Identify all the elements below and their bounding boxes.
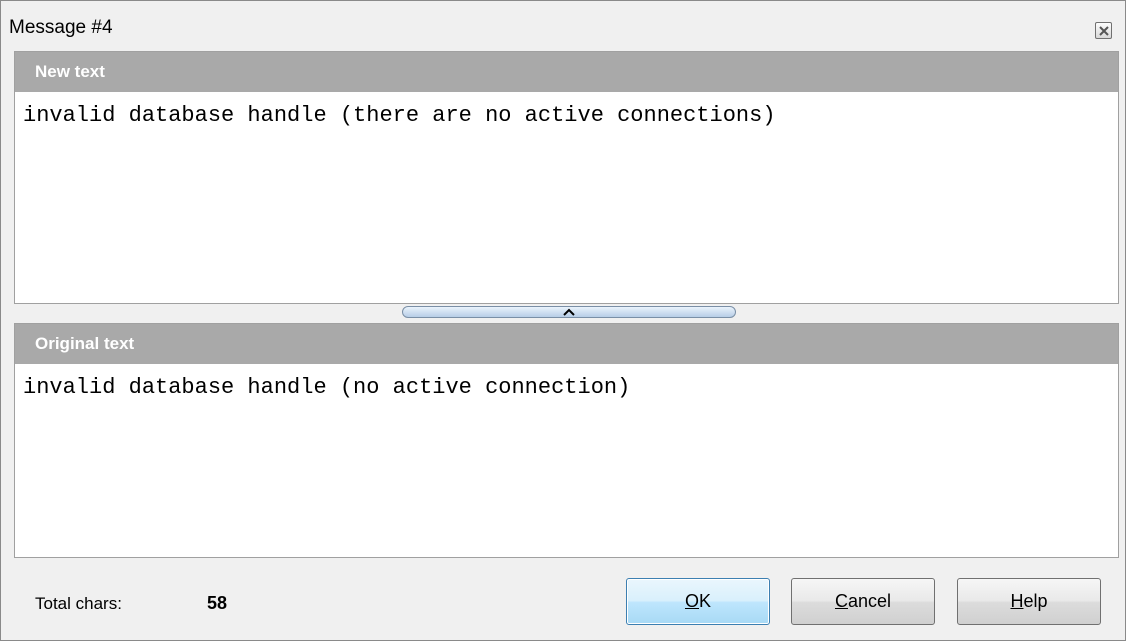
help-button-label: elp — [1023, 591, 1048, 611]
ok-button-mnemonic: O — [684, 591, 699, 611]
original-text-pane: Original text invalid database handle (n… — [14, 323, 1119, 558]
help-button-mnemonic: H — [1010, 591, 1024, 611]
new-text-content[interactable]: invalid database handle (there are no ac… — [23, 103, 776, 128]
original-text-viewer[interactable]: invalid database handle (no active conne… — [15, 364, 1118, 557]
window-title: Message #4 — [9, 17, 113, 38]
title-bar[interactable]: Message #4 — [1, 1, 1125, 46]
new-text-header: New text — [15, 52, 1118, 92]
message-dialog: Message #4 New text invalid database han… — [0, 0, 1126, 641]
splitter-grip[interactable] — [402, 306, 736, 318]
total-chars-value: 58 — [207, 593, 228, 613]
help-button[interactable]: Help — [957, 578, 1101, 625]
original-text-header-label: Original text — [35, 334, 135, 353]
cancel-button-mnemonic: C — [834, 591, 848, 611]
ok-button[interactable]: OK — [626, 578, 770, 625]
original-text-content: invalid database handle (no active conne… — [23, 375, 631, 400]
total-chars-label: Total chars: — [35, 594, 122, 613]
close-button[interactable] — [1095, 22, 1112, 39]
new-text-editor[interactable]: invalid database handle (there are no ac… — [15, 92, 1118, 303]
new-text-header-label: New text — [35, 62, 105, 81]
original-text-header: Original text — [15, 324, 1118, 364]
pane-splitter[interactable] — [14, 304, 1119, 323]
cancel-button[interactable]: Cancel — [791, 578, 935, 625]
ok-button-label: K — [699, 591, 712, 611]
new-text-pane: New text invalid database handle (there … — [14, 51, 1119, 304]
cancel-button-label: ancel — [847, 591, 892, 611]
